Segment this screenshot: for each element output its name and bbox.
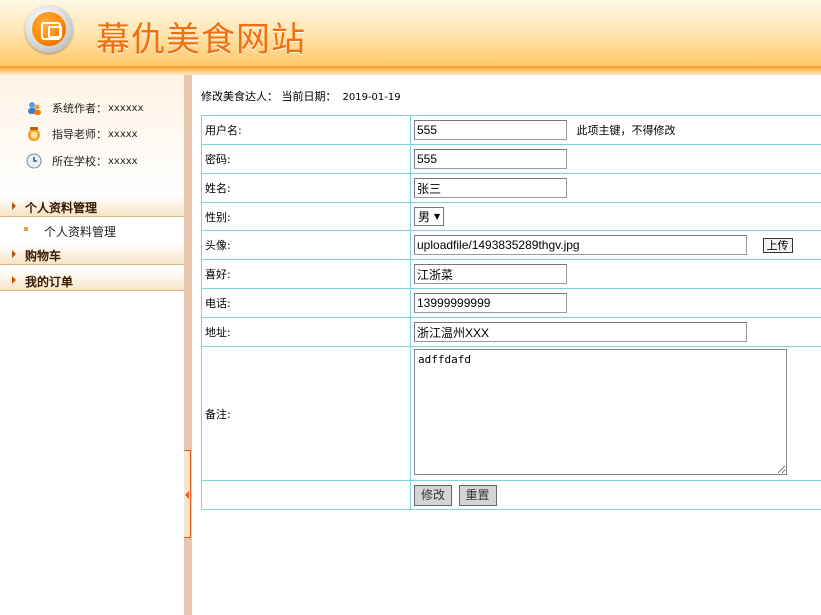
author-value: xxxxxx — [108, 102, 144, 114]
hobby-label: 喜好: — [201, 259, 411, 289]
form-row-actions: 修改 重置 — [201, 480, 821, 510]
address-label: 地址: — [201, 317, 411, 347]
gender-label: 性别: — [201, 202, 411, 231]
collapse-arrow-icon — [185, 491, 189, 499]
site-title: 幕仇美食网站 — [96, 20, 306, 60]
site-logo-icon — [25, 5, 73, 53]
avatar-path-input[interactable] — [414, 235, 747, 255]
breadcrumb-text: 修改美食达人： 当前日期： — [201, 90, 337, 103]
password-label: 密码: — [201, 144, 411, 174]
school-label: 所在学校： — [52, 155, 107, 168]
clock-icon — [26, 153, 42, 169]
header-divider — [0, 66, 821, 75]
password-input[interactable] — [414, 149, 567, 169]
menu-cart[interactable]: 购物车 — [0, 244, 184, 265]
dropdown-arrow-icon: ▼ — [434, 212, 441, 221]
menu-profile-management[interactable]: 个人资料管理 — [0, 196, 184, 217]
teacher-info: 指导老师： xxxxx — [26, 126, 138, 142]
form-row-address: 地址: — [201, 317, 821, 347]
site-header: 幕仇美食网站 — [0, 0, 821, 66]
phone-input[interactable] — [414, 293, 567, 313]
form-row-username: 用户名: 此项主键，不得修改 — [201, 115, 821, 145]
hobby-input[interactable] — [414, 264, 567, 284]
form-row-remark: 备注: adffdafd — [201, 346, 821, 481]
edit-form: 用户名: 此项主键，不得修改 密码: 姓名: 性别: 男▼ 头像: 上传 喜好:… — [201, 115, 821, 510]
reset-button[interactable]: 重置 — [458, 484, 497, 506]
arrow-right-icon — [12, 202, 16, 210]
form-row-name: 姓名: — [201, 173, 821, 203]
form-row-password: 密码: — [201, 144, 821, 174]
gender-select[interactable]: 男 ▼ — [414, 207, 445, 226]
form-row-phone: 电话: — [201, 288, 821, 318]
school-info: 所在学校： xxxxx — [26, 153, 138, 169]
teacher-label: 指导老师： — [52, 128, 107, 141]
breadcrumb: 修改美食达人： 当前日期： 2019-01-19 — [201, 88, 401, 104]
author-label: 系统作者： — [52, 102, 107, 115]
username-label: 用户名: — [201, 115, 411, 145]
form-row-gender: 性别: 男 ▼ — [201, 202, 821, 231]
upload-button[interactable]: 上传 — [762, 237, 793, 253]
school-value: xxxxx — [108, 155, 138, 167]
name-label: 姓名: — [201, 173, 411, 203]
remark-label: 备注: — [201, 346, 411, 481]
bullet-icon — [24, 227, 28, 231]
actions-empty-cell — [201, 480, 411, 510]
submenu-profile-management[interactable]: 个人资料管理 — [0, 221, 184, 240]
address-input[interactable] — [414, 322, 747, 342]
name-input[interactable] — [414, 178, 567, 198]
users-icon — [28, 102, 41, 115]
current-date: 2019-01-19 — [342, 92, 401, 103]
teacher-value: xxxxx — [108, 128, 138, 140]
arrow-right-icon — [12, 250, 16, 258]
arrow-right-icon — [12, 276, 16, 284]
avatar-label: 头像: — [201, 230, 411, 260]
username-hint: 此项主键，不得修改 — [576, 124, 676, 137]
phone-label: 电话: — [201, 288, 411, 318]
remark-textarea[interactable]: adffdafd — [414, 349, 787, 475]
teacher-icon — [28, 127, 40, 141]
username-input[interactable] — [414, 120, 567, 140]
sidebar: 系统作者： xxxxxx 指导老师： xxxxx 所在学校： xxxxx 个人资… — [0, 75, 184, 615]
sidebar-collapse-handle[interactable] — [184, 450, 191, 538]
submit-button[interactable]: 修改 — [414, 484, 453, 506]
form-row-avatar: 头像: 上传 — [201, 230, 821, 260]
author-info: 系统作者： xxxxxx — [26, 100, 144, 116]
form-row-hobby: 喜好: — [201, 259, 821, 289]
menu-my-orders[interactable]: 我的订单 — [0, 270, 184, 291]
